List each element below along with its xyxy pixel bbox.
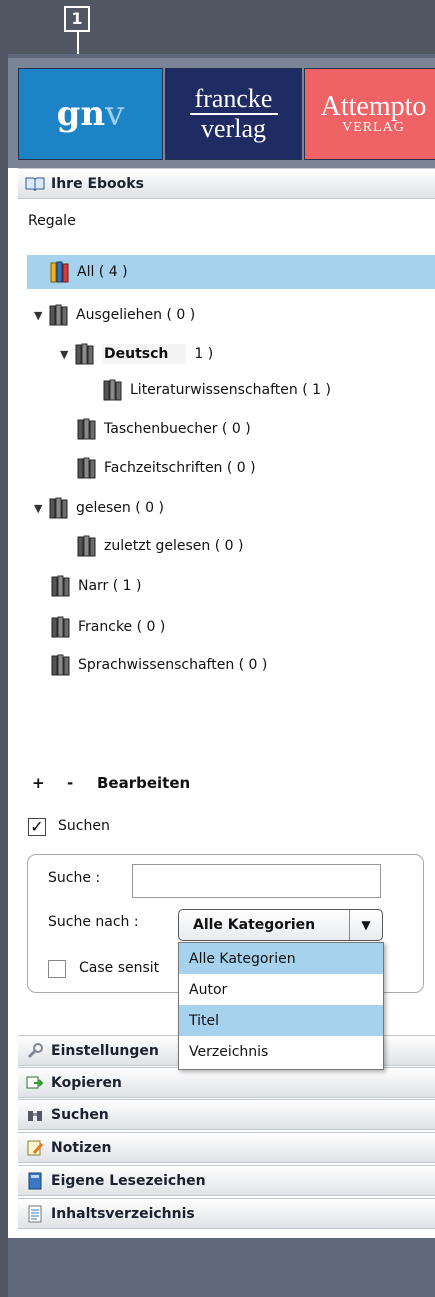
dropdown-option-alle-kategorien[interactable]: Alle Kategorien	[179, 943, 383, 974]
chevron-down-icon[interactable]: ▼	[349, 910, 382, 940]
remove-shelf-button[interactable]: -	[67, 774, 73, 792]
shelf-icon	[48, 303, 74, 327]
tree-item-taschenbuecher[interactable]: Taschenbuecher ( 0 )	[76, 412, 251, 446]
gnv-logo-text-v: v	[105, 94, 125, 134]
section-kopieren[interactable]: Kopieren	[18, 1067, 435, 1098]
tree-item-label-editing[interactable]: Deutsch	[102, 344, 187, 364]
section-label: Suchen	[51, 1106, 109, 1123]
section-label: Kopieren	[51, 1074, 122, 1091]
search-input[interactable]	[132, 864, 381, 898]
tree-item-francke[interactable]: Francke ( 0 )	[50, 610, 165, 644]
tree-item-deutsch[interactable]: ▼ Deutsch 1 )	[60, 337, 213, 371]
shelf-icon	[76, 534, 102, 558]
section-suchen[interactable]: Suchen	[18, 1099, 435, 1130]
tree-item-narr[interactable]: Narr ( 1 )	[50, 569, 142, 603]
tree-item-label: All ( 4 )	[77, 264, 128, 280]
shelf-icon	[76, 456, 102, 480]
search-toggle-checkbox[interactable]: ✓	[28, 818, 46, 836]
tree-item-label: Taschenbuecher ( 0 )	[104, 421, 251, 437]
search-scope-select[interactable]: Alle Kategorien ▼	[178, 909, 383, 941]
dropdown-option-autor[interactable]: Autor	[179, 974, 383, 1005]
section-notizen[interactable]: Notizen	[18, 1132, 435, 1163]
tree-item-label: gelesen ( 0 )	[76, 500, 164, 516]
francke-logo-subtext: verlag	[201, 114, 266, 143]
section-label: Inhaltsverzeichnis	[51, 1205, 195, 1222]
gnv-logo-text: gn	[56, 94, 106, 134]
publisher-logos: gn v francke verlag Attempto VERLAG	[8, 58, 435, 168]
edit-shelf-button[interactable]: Bearbeiten	[97, 774, 190, 792]
tree-item-count: 1 )	[194, 346, 214, 362]
shelf-icon	[50, 615, 76, 639]
add-shelf-button[interactable]: +	[32, 774, 45, 792]
tree-item-zuletzt-gelesen[interactable]: zuletzt gelesen ( 0 )	[76, 529, 243, 563]
shelf-icon	[76, 417, 102, 441]
open-book-icon	[25, 175, 45, 193]
tree-item-label: Fachzeitschriften ( 0 )	[104, 460, 256, 476]
section-label: Notizen	[51, 1139, 112, 1156]
collapse-arrow-icon[interactable]: ▼	[34, 309, 46, 322]
tree-item-label: Francke ( 0 )	[78, 619, 166, 635]
tree-item-label: zuletzt gelesen ( 0 )	[104, 538, 244, 554]
shelf-icon	[50, 653, 76, 677]
notes-icon	[25, 1139, 45, 1157]
section-label: Eigene Lesezeichen	[51, 1172, 206, 1189]
shelf-icon-colored	[49, 260, 75, 284]
collapse-arrow-icon[interactable]: ▼	[60, 348, 72, 361]
dropdown-option-titel[interactable]: Titel	[179, 1005, 383, 1036]
shelf-icon	[74, 342, 100, 366]
tree-item-label: Narr ( 1 )	[78, 578, 142, 594]
section-eigene-lesezeichen[interactable]: Eigene Lesezeichen	[18, 1165, 435, 1196]
dropdown-option-verzeichnis[interactable]: Verzeichnis	[179, 1036, 383, 1067]
shelf-icon	[102, 378, 128, 402]
callout-marker: 1	[64, 6, 90, 32]
francke-logo[interactable]: francke verlag	[165, 68, 302, 160]
case-sensitive-checkbox[interactable]	[48, 960, 66, 978]
shelf-icon	[48, 496, 74, 520]
search-scope-value: Alle Kategorien	[193, 917, 316, 933]
binoculars-icon	[25, 1106, 45, 1124]
attempto-logo-text: Attempto	[320, 91, 427, 122]
tree-item-gelesen[interactable]: ▼ gelesen ( 0 )	[34, 491, 164, 525]
case-sensitive-label: Case sensit	[79, 960, 160, 976]
shelf-icon	[50, 574, 76, 598]
search-query-label: Suche :	[48, 870, 101, 886]
search-scope-dropdown: Alle Kategorien Autor Titel Verzeichnis	[178, 942, 384, 1070]
bookmark-icon	[25, 1172, 45, 1190]
section-label: Einstellungen	[51, 1042, 159, 1059]
toc-icon	[25, 1205, 45, 1223]
tree-item-label: Ausgeliehen ( 0 )	[76, 307, 196, 323]
ebooks-section-header[interactable]: Ihre Ebooks	[18, 168, 435, 199]
search-scope-label: Suche nach :	[48, 914, 139, 930]
search-toggle-label: Suchen	[58, 818, 110, 834]
gnv-logo[interactable]: gn v	[18, 68, 163, 160]
francke-logo-text: francke	[194, 84, 273, 113]
tree-item-sprachwissenschaften[interactable]: Sprachwissenschaften ( 0 )	[50, 648, 267, 682]
wrench-icon	[25, 1042, 45, 1060]
attempto-logo[interactable]: Attempto VERLAG	[304, 68, 435, 160]
tree-item-fachzeitschriften[interactable]: Fachzeitschriften ( 0 )	[76, 451, 256, 485]
section-inhaltsverzeichnis[interactable]: Inhaltsverzeichnis	[18, 1198, 435, 1229]
ebooks-section-title: Ihre Ebooks	[51, 175, 144, 192]
copy-icon	[25, 1074, 45, 1092]
tree-item-literaturwissenschaften[interactable]: Literaturwissenschaften ( 1 )	[102, 373, 331, 407]
tree-item-all[interactable]: All ( 4 )	[27, 255, 435, 289]
tree-item-label: Sprachwissenschaften ( 0 )	[78, 657, 268, 673]
collapse-arrow-icon[interactable]: ▼	[34, 502, 46, 515]
tree-item-label: Literaturwissenschaften ( 1 )	[130, 382, 331, 398]
attempto-logo-subtext: VERLAG	[342, 120, 405, 135]
tree-item-ausgeliehen[interactable]: ▼ Ausgeliehen ( 0 )	[34, 298, 195, 332]
regale-label: Regale	[28, 213, 76, 229]
